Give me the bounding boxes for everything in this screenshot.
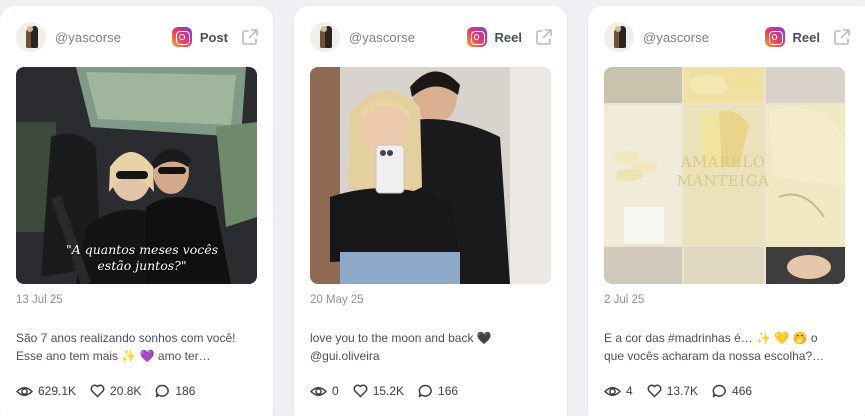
eye-icon	[16, 386, 33, 396]
likes-stat: 20.8K	[90, 384, 141, 398]
post-stats: 0 15.2K 166	[310, 382, 472, 400]
external-link-icon[interactable]	[241, 28, 259, 46]
post-date: 20 May 25	[310, 294, 364, 306]
couple-mirror-selfie-image	[310, 67, 551, 284]
comments-count: 466	[732, 384, 753, 398]
heart-icon	[353, 384, 368, 398]
avatar[interactable]	[604, 22, 634, 52]
likes-stat: 15.2K	[353, 384, 404, 398]
caption-line: E a cor das #madrinhas é… ✨ 💛 🤭 o	[604, 331, 818, 345]
comment-icon	[418, 384, 432, 398]
comments-count: 186	[175, 384, 196, 398]
instagram-icon	[764, 27, 785, 47]
views-count: 4	[626, 384, 633, 398]
post-type-label: Reel	[494, 29, 522, 45]
comments-stat: 186	[155, 384, 195, 398]
comments-stat: 466	[712, 384, 752, 398]
post-card[interactable]: @yascorse Post "A quantos meses vocês es…	[0, 6, 273, 416]
photo-overlay-text: AMARELO MANTEIGA	[676, 153, 770, 190]
comments-count: 166	[438, 384, 459, 398]
caption-line: love you to the moon and back 🖤	[310, 331, 492, 345]
post-thumbnail[interactable]: AMARELO MANTEIGA	[604, 67, 845, 284]
post-thumbnail[interactable]	[310, 67, 551, 284]
caption-line: Esse ano tem mais ✨ 💜 amo ter…	[16, 349, 211, 363]
views-stat: 0	[310, 384, 339, 398]
account-handle[interactable]: @yascorse	[55, 30, 121, 45]
post-stats: 629.1K 20.8K 186	[16, 382, 209, 400]
post-card[interactable]: @yascorse Reel	[294, 6, 567, 416]
views-count: 0	[332, 384, 339, 398]
heart-icon	[647, 384, 662, 398]
views-count: 629.1K	[38, 384, 77, 398]
account-handle[interactable]: @yascorse	[643, 30, 709, 45]
account-handle[interactable]: @yascorse	[349, 30, 415, 45]
comment-icon	[712, 384, 726, 398]
card-header: @yascorse Reel	[310, 21, 553, 53]
post-type-label: Reel	[792, 29, 820, 45]
post-date: 2 Jul 25	[604, 294, 645, 306]
post-card[interactable]: @yascorse Reel	[588, 6, 865, 416]
caption-line: São 7 anos realizando sonhos com você!	[16, 331, 236, 345]
post-caption: love you to the moon and back 🖤 @gui.oli…	[310, 329, 552, 365]
comments-stat: 166	[418, 384, 458, 398]
instagram-icon	[466, 27, 487, 47]
external-link-icon[interactable]	[833, 28, 851, 46]
likes-count: 20.8K	[110, 384, 142, 398]
post-type-label: Post	[199, 29, 228, 45]
avatar[interactable]	[310, 22, 340, 52]
external-link-icon[interactable]	[535, 28, 553, 46]
likes-count: 13.7K	[666, 384, 699, 398]
likes-stat: 13.7K	[647, 384, 698, 398]
comment-icon	[156, 384, 170, 398]
post-stats: 4 13.7K 466	[604, 382, 766, 400]
eye-icon	[310, 386, 327, 396]
post-date: 13 Jul 25	[16, 294, 63, 306]
photo-overlay-text: "A quantos meses vocês estão juntos?"	[65, 242, 219, 273]
card-header: @yascorse Post	[16, 21, 259, 53]
likes-count: 15.2K	[372, 384, 405, 398]
instagram-icon	[171, 27, 192, 47]
views-stat: 4	[604, 384, 633, 398]
avatar[interactable]	[16, 22, 46, 52]
post-thumbnail[interactable]: "A quantos meses vocês estão juntos?"	[16, 67, 257, 284]
caption-line: @gui.oliveira	[310, 349, 380, 363]
eye-icon	[604, 386, 621, 396]
caption-line: que vocês acharam da nossa escolha?…	[604, 349, 825, 363]
card-header: @yascorse Reel	[604, 21, 851, 53]
post-caption: São 7 anos realizando sonhos com você! E…	[16, 329, 258, 365]
views-stat: 629.1K	[16, 384, 76, 398]
post-caption: E a cor das #madrinhas é… ✨ 💛 🤭 o que vo…	[604, 329, 846, 365]
heart-icon	[90, 384, 105, 398]
